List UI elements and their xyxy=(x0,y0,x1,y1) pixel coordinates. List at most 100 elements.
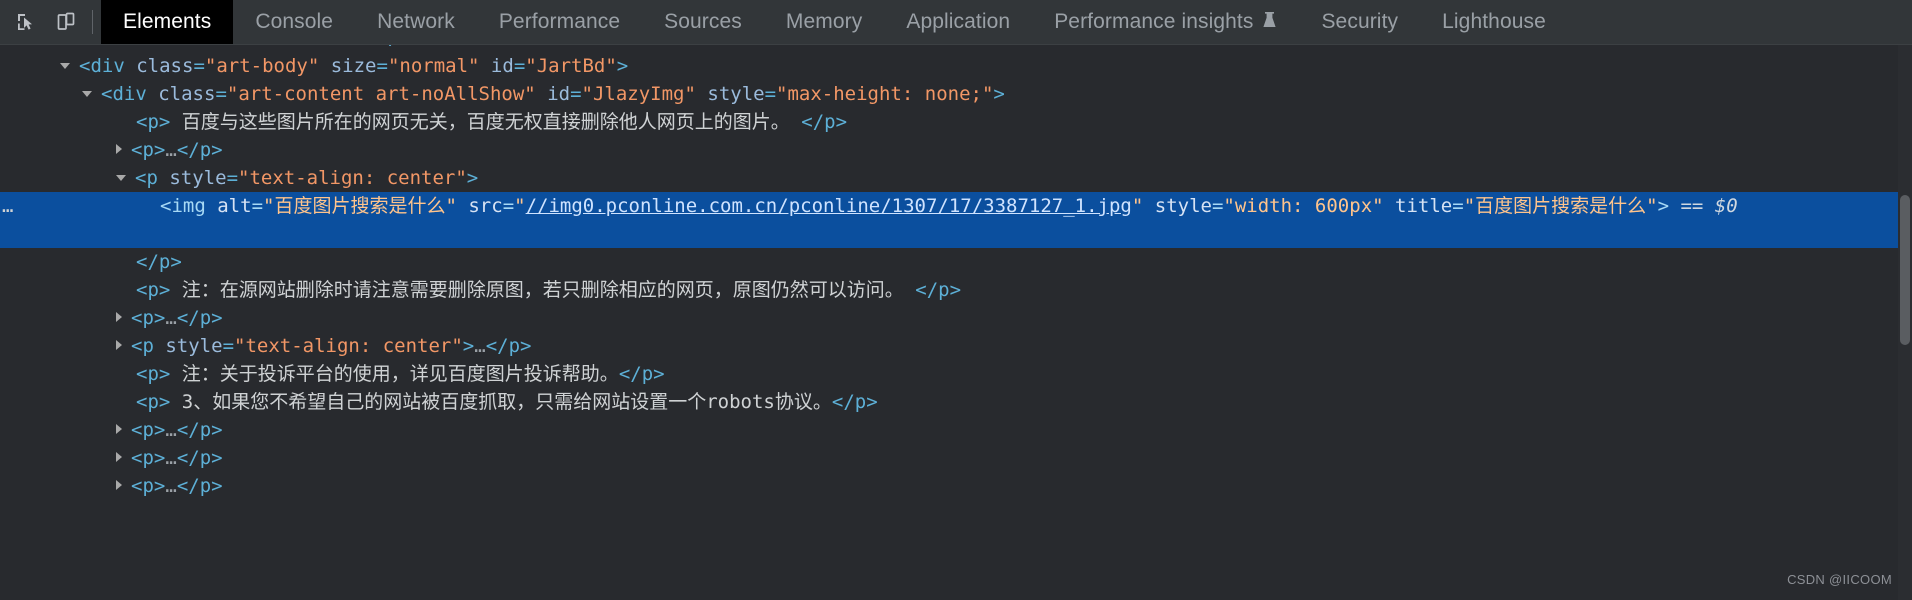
dom-row[interactable]: <p>…</p> xyxy=(0,416,1912,444)
token-ellip: … xyxy=(165,419,176,441)
tab-performance-insights-label: Performance insights xyxy=(1054,10,1253,34)
token-pk: = xyxy=(377,55,388,77)
token-tag: p xyxy=(142,447,153,469)
chevron-down-icon[interactable] xyxy=(60,63,70,69)
dom-tree-rows: <div class="art-info" …></div> <div class… xyxy=(0,45,1912,500)
token-tag: p xyxy=(142,335,153,357)
chevron-right-icon[interactable] xyxy=(116,340,122,350)
chevron-right-icon[interactable] xyxy=(116,144,122,154)
tab-performance-insights[interactable]: Performance insights xyxy=(1032,0,1299,45)
token-pk: = xyxy=(223,335,234,357)
tab-sources[interactable]: Sources xyxy=(642,0,764,45)
token-dollar: == $0 xyxy=(1680,195,1737,217)
token-val: "art-body" xyxy=(205,55,319,77)
tab-security-label: Security xyxy=(1321,10,1398,34)
chevron-right-icon[interactable] xyxy=(116,424,122,434)
token-pk: = xyxy=(227,167,238,189)
token-pk: </ xyxy=(177,307,200,329)
token-pk: > xyxy=(211,447,222,469)
chevron-down-icon[interactable] xyxy=(82,91,92,97)
token-val: "text-align: center" xyxy=(238,167,467,189)
token-pk: </ xyxy=(136,251,159,273)
chevron-down-icon[interactable] xyxy=(116,175,126,181)
device-toolbar-icon[interactable] xyxy=(46,3,86,41)
inspect-cursor-icon[interactable] xyxy=(6,3,46,41)
token-pk: > xyxy=(950,279,961,301)
dom-row[interactable]: < p> 3、如果您不希望自己的网站被百度抓取，只需给网站设置一个robots协议… xyxy=(0,388,1912,416)
token-att: class xyxy=(158,83,215,105)
token-att: alt xyxy=(217,195,251,217)
dom-row[interactable]: <p style="text-align: center"> xyxy=(0,164,1912,192)
token-pk: < xyxy=(131,475,142,497)
token-pk: </ xyxy=(801,111,824,133)
token-pk: > xyxy=(211,475,222,497)
space xyxy=(147,83,158,105)
token-att: src xyxy=(468,195,502,217)
tab-lighthouse[interactable]: Lighthouse xyxy=(1420,0,1568,45)
token-pk: < xyxy=(160,195,171,217)
tab-console-label: Console xyxy=(255,10,333,34)
token-pk: = xyxy=(1452,195,1463,217)
tab-security[interactable]: Security xyxy=(1299,0,1420,45)
dom-row[interactable]: <p>…</p> xyxy=(0,136,1912,164)
token-txt: 注：在源网站删除时请注意需要删除原图，若只删除相应的网页，原图仍然可以访问。 xyxy=(170,279,915,301)
dom-row[interactable]: <p>…</p> xyxy=(0,444,1912,472)
token-pk: </ xyxy=(177,475,200,497)
vertical-scrollbar-thumb[interactable] xyxy=(1900,195,1910,345)
space xyxy=(696,83,707,105)
token-tag: p xyxy=(142,475,153,497)
dom-row[interactable]: <p style="text-align: center">…</p> xyxy=(0,332,1912,360)
dom-row[interactable]: <p>…</p> xyxy=(0,304,1912,332)
token-pk: > xyxy=(211,307,222,329)
dom-row[interactable]: <p> 注：在源网站删除时请注意需要删除原图，若只删除相应的网页，原图仍然可以访… xyxy=(0,276,1912,304)
dom-row[interactable]: <div class="art-body" size="normal" id="… xyxy=(0,52,1912,80)
dom-row[interactable]: <p> 百度与这些图片所在的网页无关，百度无权直接删除他人网页上的图片。 </p… xyxy=(0,108,1912,136)
dom-row-selected[interactable]: …<img alt="百度图片搜索是什么" src="//img0.pconli… xyxy=(0,192,1912,248)
tab-elements[interactable]: Elements xyxy=(101,0,233,45)
vertical-scrollbar[interactable] xyxy=(1898,45,1912,600)
tab-memory[interactable]: Memory xyxy=(764,0,884,45)
token-pk: < xyxy=(79,55,90,77)
tab-network[interactable]: Network xyxy=(355,0,477,45)
token-tag: p xyxy=(855,391,866,413)
elements-dom-tree[interactable]: <div class="art-info" …></div> <div class… xyxy=(0,45,1912,600)
token-att: class xyxy=(136,55,193,77)
token-pk: < xyxy=(136,391,147,413)
space xyxy=(206,195,217,217)
token-ellip: … xyxy=(165,447,176,469)
space xyxy=(457,195,468,217)
chevron-right-icon[interactable] xyxy=(116,452,122,462)
token-val: " xyxy=(1132,195,1143,217)
token-pk: > xyxy=(154,307,165,329)
space xyxy=(479,55,490,77)
token-pk: = xyxy=(215,83,226,105)
token-tag: p xyxy=(200,307,211,329)
tab-application[interactable]: Application xyxy=(884,0,1032,45)
token-pk: > xyxy=(159,279,170,301)
token-pk: = xyxy=(1212,195,1223,217)
token-tag: p xyxy=(147,111,158,133)
token-txt: 注：关于投诉平台的使用，详见百度图片投诉帮助。 xyxy=(170,363,618,385)
tab-performance[interactable]: Performance xyxy=(477,0,642,45)
token-pk: > xyxy=(866,391,877,413)
token-pk: > xyxy=(159,111,170,133)
token-tag: p xyxy=(142,139,153,161)
token-pk: </ xyxy=(915,279,938,301)
token-tag: img xyxy=(171,195,205,217)
chevron-right-icon[interactable] xyxy=(116,480,122,490)
token-val: "art-content art-noAllShow" xyxy=(227,83,536,105)
dom-row[interactable]: <div class="art-content art-noAllShow" i… xyxy=(0,80,1912,108)
dom-row-clipped-top[interactable]: <div class="art-info" …></div> xyxy=(0,45,1912,52)
dom-row[interactable]: <p> 注：关于投诉平台的使用，详见百度图片投诉帮助。</p> xyxy=(0,360,1912,388)
space xyxy=(1143,195,1154,217)
tab-console[interactable]: Console xyxy=(233,0,355,45)
token-txt: 百度与这些图片所在的网页无关，百度无权直接删除他人网页上的图片。 xyxy=(170,111,801,133)
chevron-right-icon[interactable] xyxy=(116,312,122,322)
token-tag: p xyxy=(147,363,158,385)
dom-row[interactable]: <p>…</p> xyxy=(0,472,1912,500)
token-txt: 3、如果您不希望自己的网站被百度抓取，只需给网站设置一个robots协议。 xyxy=(170,391,832,413)
token-att: id xyxy=(491,55,514,77)
token-lnk[interactable]: //img0.pconline.com.cn/pconline/1307/17/… xyxy=(526,195,1132,217)
token-pk: > xyxy=(211,139,222,161)
dom-row[interactable]: </p> xyxy=(0,248,1912,276)
